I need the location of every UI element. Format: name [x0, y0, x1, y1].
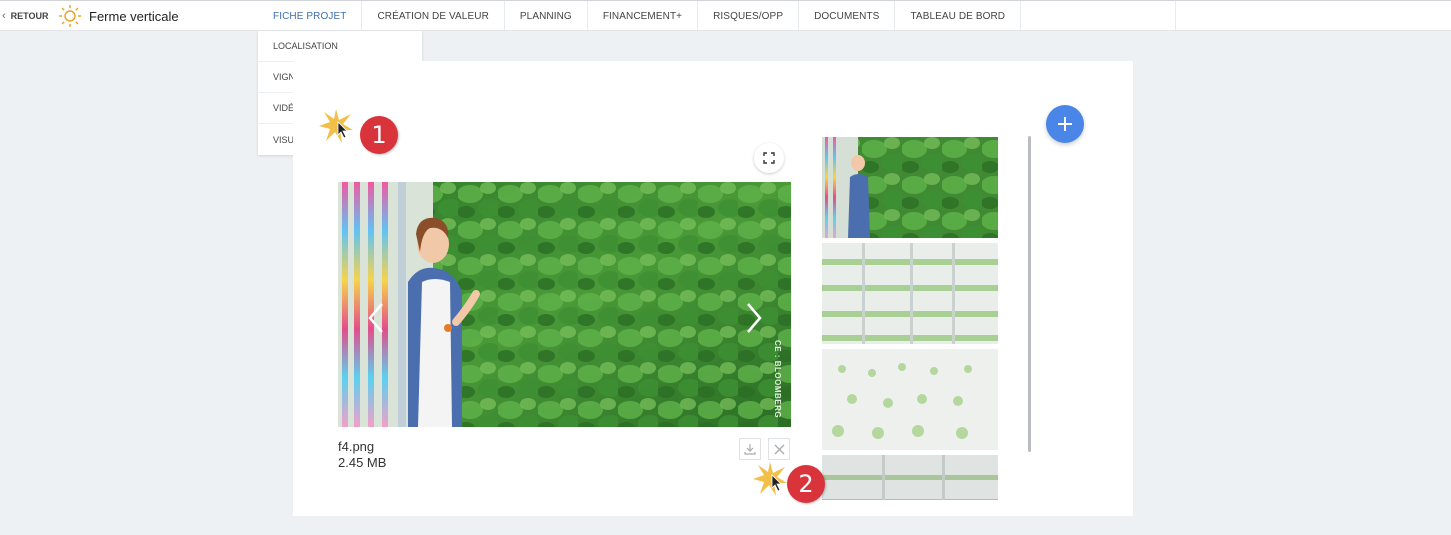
menu-item-localisation[interactable]: LOCALISATION: [258, 31, 422, 62]
project-title: Ferme verticale: [89, 9, 179, 24]
back-label: RETOUR: [10, 11, 49, 21]
next-image-arrow[interactable]: [744, 300, 764, 336]
tab-planning[interactable]: PLANNING: [505, 1, 588, 32]
back-button[interactable]: ‹ RETOUR: [2, 10, 49, 22]
thumbnail-farm-worker: [822, 137, 998, 238]
file-size: 2.45 MB: [338, 455, 387, 470]
delete-button[interactable]: [768, 438, 790, 460]
fullscreen-icon: [763, 152, 775, 164]
download-icon: [744, 444, 756, 455]
tab-risques-opp[interactable]: RISQUES/OPP: [698, 1, 800, 32]
tab-placeholder: [1021, 1, 1177, 32]
thumbnail-list: [822, 137, 998, 500]
thumbnail-greenhouse: [822, 455, 998, 500]
previous-image-arrow[interactable]: [366, 300, 386, 336]
thumbnail-seedlings: [822, 349, 998, 450]
main-tabs: FICHE PROJET CRÉATION DE VALEUR PLANNING…: [258, 1, 1177, 32]
sun-icon: [59, 5, 81, 27]
top-bar: ‹ RETOUR Ferme verticale FICHE PROJET CR…: [0, 0, 1451, 32]
vertical-farm-photo: [338, 182, 791, 427]
thumbnail-scrollbar[interactable]: [1028, 136, 1031, 452]
plus-icon: [1058, 117, 1072, 131]
close-icon: [774, 444, 784, 454]
main-image: [338, 182, 791, 427]
step-badge-1: 1: [360, 116, 398, 154]
mouse-cursor-icon: [337, 121, 348, 139]
image-credit: CE : BLOOMBERG: [773, 340, 782, 419]
thumbnail-shelves: [822, 243, 998, 344]
tab-tableau-de-bord[interactable]: TABLEAU DE BORD: [895, 1, 1022, 32]
thumbnail-item[interactable]: [822, 243, 998, 344]
mouse-cursor-icon: [771, 474, 782, 492]
tab-financement[interactable]: FINANCEMENT+: [588, 1, 699, 32]
fullscreen-button[interactable]: [754, 143, 784, 173]
thumbnail-item[interactable]: [822, 455, 998, 500]
tab-fiche-projet[interactable]: FICHE PROJET: [258, 1, 363, 32]
tab-creation-de-valeur[interactable]: CRÉATION DE VALEUR: [362, 1, 505, 32]
chevron-left-icon: ‹: [2, 10, 6, 22]
thumbnail-item[interactable]: [822, 349, 998, 450]
thumbnail-item[interactable]: [822, 137, 998, 238]
tab-documents[interactable]: DOCUMENTS: [799, 1, 896, 32]
step-badge-2: 2: [787, 465, 825, 503]
file-name: f4.png: [338, 439, 375, 454]
add-visual-button[interactable]: [1046, 105, 1084, 143]
download-button[interactable]: [739, 438, 761, 460]
